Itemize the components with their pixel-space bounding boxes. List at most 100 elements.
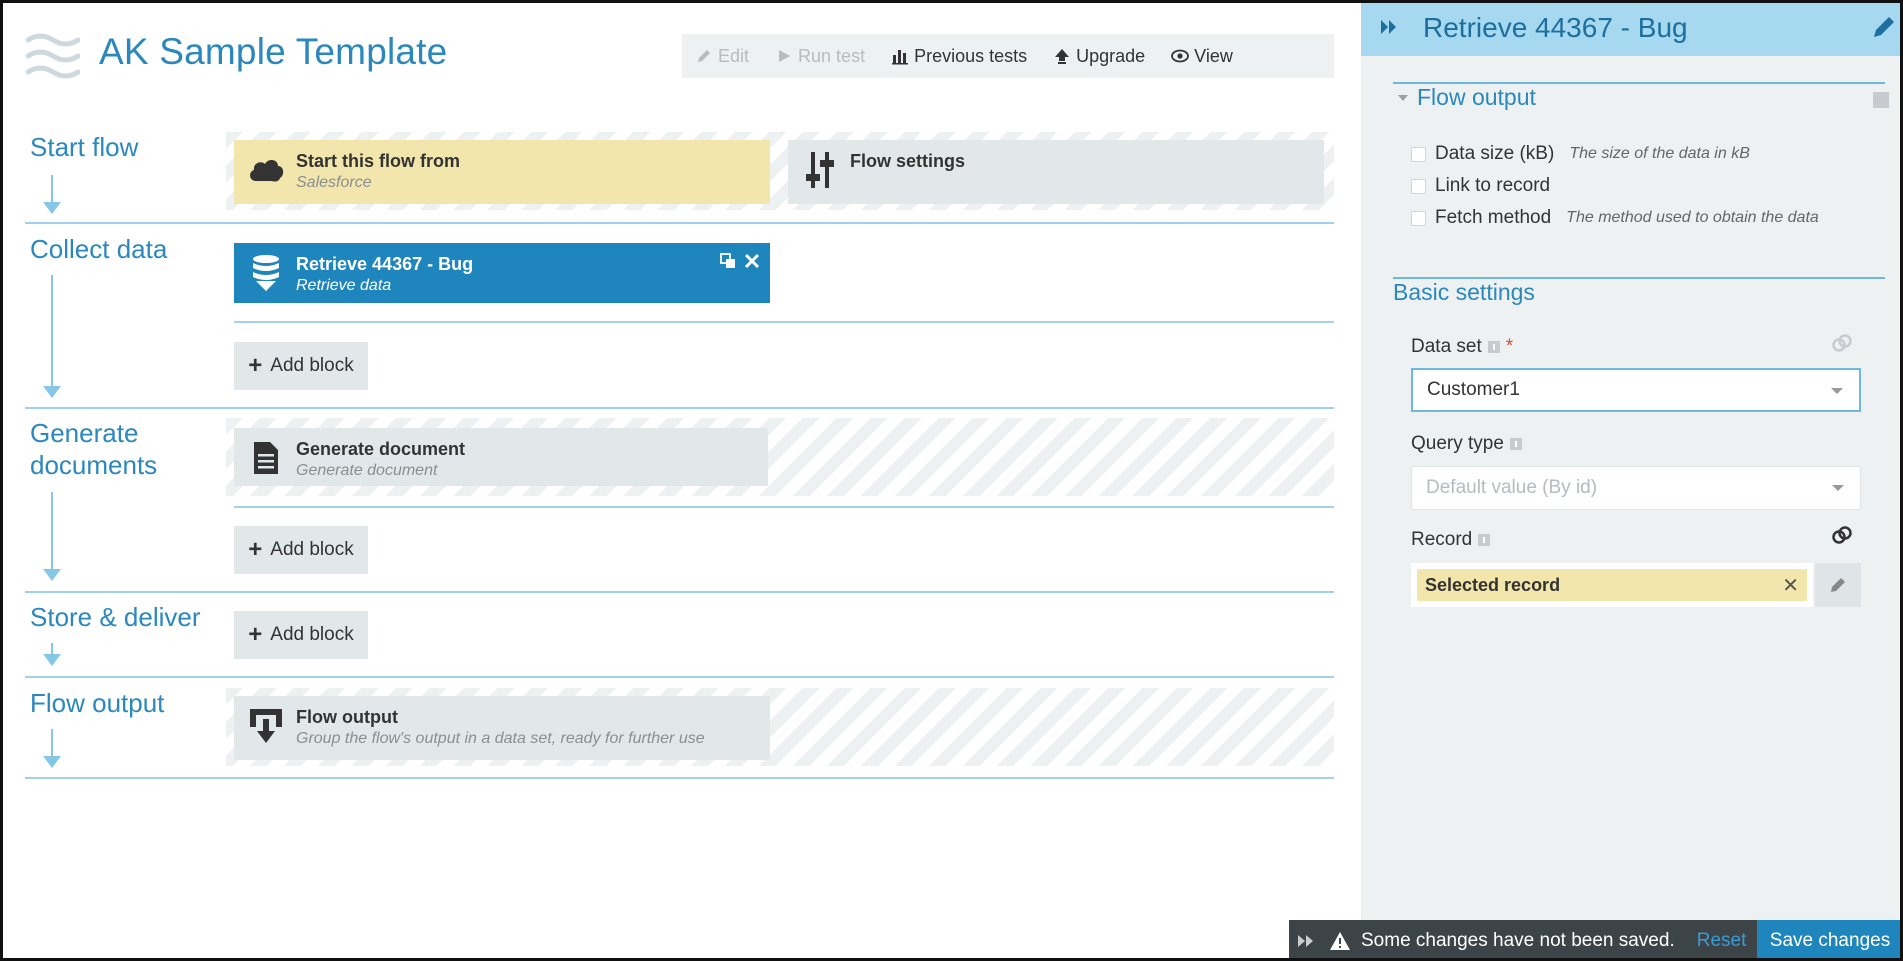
selected-record-tag: Selected record ✕ <box>1417 569 1807 601</box>
record-label: Record <box>1411 529 1491 551</box>
checkbox[interactable] <box>1411 210 1426 226</box>
flow-output-block[interactable]: Flow output Group the flow's output in a… <box>234 696 770 760</box>
run-test-button[interactable]: Run test <box>762 34 878 78</box>
option-description: The method used to obtain the data <box>1566 209 1819 226</box>
previous-tests-button[interactable]: Previous tests <box>878 34 1040 78</box>
stage-store-deliver: Store & deliver <box>30 602 201 632</box>
query-type-value: Default value (By id) <box>1426 477 1598 498</box>
upgrade-button[interactable]: Upgrade <box>1040 34 1158 78</box>
stage-divider <box>25 591 1334 593</box>
app-logo-icon <box>26 33 80 79</box>
output-arrow-icon <box>246 706 286 746</box>
retrieve-block[interactable]: Retrieve 44367 - Bug Retrieve data <box>234 243 770 303</box>
checkbox[interactable] <box>1411 146 1426 162</box>
generate-document-subtitle: Generate document <box>296 462 438 479</box>
close-icon[interactable] <box>744 253 760 269</box>
chevron-down-icon <box>1831 388 1843 394</box>
flow-output-title: Flow output <box>296 707 398 727</box>
stage-generate-documents: Generate documents <box>30 418 158 480</box>
retrieve-block-subtitle: Retrieve data <box>296 277 392 294</box>
info-icon[interactable] <box>1478 534 1491 546</box>
start-flow-block[interactable]: Start this flow from Salesforce <box>234 140 770 204</box>
view-button[interactable]: View <box>1158 34 1246 78</box>
generate-document-block[interactable]: Generate document Generate document <box>234 428 768 486</box>
data-set-select[interactable]: Customer1 <box>1411 368 1861 412</box>
plus-icon: + <box>248 621 263 648</box>
eye-icon <box>1171 49 1190 63</box>
edit-button[interactable]: Edit <box>682 34 762 78</box>
info-icon[interactable] <box>1509 438 1522 450</box>
output-option-link-to-record[interactable]: Link to record <box>1411 175 1550 197</box>
basic-settings-title: Basic settings <box>1393 279 1535 305</box>
stage-collect-data: Collect data <box>30 234 168 264</box>
info-icon[interactable] <box>1873 92 1889 108</box>
panel-title: Retrieve 44367 - Bug <box>1423 12 1688 43</box>
checkbox[interactable] <box>1411 178 1426 194</box>
salesforce-cloud-icon <box>246 150 286 190</box>
record-field[interactable]: Selected record ✕ <box>1411 563 1813 607</box>
play-icon <box>779 50 791 62</box>
output-option-data-size[interactable]: Data size (kB) The size of the data in k… <box>1411 143 1750 165</box>
warning-icon <box>1330 931 1350 950</box>
save-changes-button[interactable]: Save changes <box>1757 920 1903 961</box>
stage-divider <box>25 222 1334 224</box>
plus-icon: + <box>248 352 263 379</box>
required-marker: * <box>1505 336 1514 357</box>
toolbar: Edit Run test Previous tests Upgrade Vie… <box>682 34 1334 78</box>
block-settings-panel: Retrieve 44367 - Bug Flow output Data si… <box>1361 0 1903 961</box>
data-set-value: Customer1 <box>1427 379 1520 400</box>
option-label: Data size (kB) <box>1435 143 1555 164</box>
collapse-bar-icon[interactable] <box>1289 934 1323 948</box>
flow-settings-title: Flow settings <box>850 151 966 171</box>
stage-arrow <box>43 492 61 581</box>
option-label: Link to record <box>1435 175 1551 196</box>
edit-record-button[interactable] <box>1815 563 1861 607</box>
stage-arrow <box>43 275 61 398</box>
sliders-icon <box>800 150 840 190</box>
flow-output-section-header[interactable]: Flow output <box>1397 84 1536 111</box>
add-block-label: Add block <box>270 539 354 560</box>
option-label: Fetch method <box>1435 207 1552 228</box>
flow-output-subtitle: Group the flow's output in a data set, r… <box>296 730 705 747</box>
edit-title-icon[interactable] <box>1871 14 1897 40</box>
stage-flow-output: Flow output <box>30 688 165 718</box>
clear-record-icon[interactable]: ✕ <box>1782 573 1799 598</box>
output-option-fetch-method[interactable]: Fetch method The method used to obtain t… <box>1411 207 1819 229</box>
block-divider <box>234 506 1334 508</box>
start-flow-title: Start this flow from <box>296 151 461 171</box>
unsaved-changes-bar: Some changes have not been saved. Reset … <box>1289 920 1903 961</box>
unsaved-message: Some changes have not been saved. <box>1361 929 1675 951</box>
upgrade-label: Upgrade <box>1076 45 1146 66</box>
pencil-icon <box>1831 578 1845 592</box>
previous-tests-label: Previous tests <box>914 45 1028 66</box>
add-block-button-generate[interactable]: + Add block <box>234 526 368 574</box>
flow-output-section-title: Flow output <box>1417 84 1536 110</box>
link-icon[interactable] <box>1831 332 1853 354</box>
add-block-label: Add block <box>270 355 354 376</box>
add-block-button-store[interactable]: + Add block <box>234 611 368 659</box>
run-test-label: Run test <box>798 45 866 66</box>
reset-button[interactable]: Reset <box>1697 930 1747 952</box>
info-icon[interactable] <box>1487 341 1500 353</box>
upgrade-arrow-icon <box>1055 49 1070 64</box>
stage-arrow <box>43 175 61 214</box>
collapse-panel-icon[interactable] <box>1379 18 1399 36</box>
add-block-button-collect[interactable]: + Add block <box>234 342 368 390</box>
pencil-icon <box>698 50 710 62</box>
generate-document-title: Generate document <box>296 439 466 459</box>
edit-label: Edit <box>718 45 750 66</box>
plus-icon: + <box>248 536 263 563</box>
block-divider <box>234 321 1334 323</box>
data-set-label: Data set * <box>1411 336 1513 358</box>
document-icon <box>246 438 286 478</box>
add-block-label: Add block <box>270 624 354 645</box>
duplicate-icon[interactable] <box>720 253 736 269</box>
database-icon <box>246 253 286 293</box>
query-type-label-text: Query type <box>1411 433 1504 454</box>
start-flow-subtitle: Salesforce <box>296 174 372 191</box>
flow-settings-block[interactable]: Flow settings <box>788 140 1324 204</box>
query-type-select[interactable]: Default value (By id) <box>1411 466 1861 510</box>
record-value: Selected record <box>1425 574 1561 595</box>
link-icon[interactable] <box>1831 524 1853 546</box>
stage-arrow <box>43 643 61 666</box>
